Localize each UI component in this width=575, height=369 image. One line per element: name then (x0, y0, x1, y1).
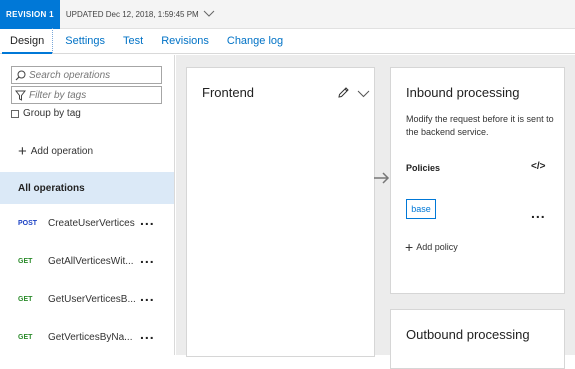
method-badge: GET (18, 295, 33, 303)
add-policy-label: Add policy (416, 242, 458, 252)
tab-change-log[interactable]: Change log (219, 28, 291, 53)
tab-revisions[interactable]: Revisions (153, 28, 217, 53)
search-input[interactable]: Search operations (11, 66, 162, 84)
tab-settings[interactable]: Settings (57, 28, 113, 53)
design-canvas: Frontend Inbound processing Modify the r… (176, 55, 575, 369)
revision-bar: REVISION 1 UPDATED Dec 12, 2018, 1:59:45… (0, 0, 575, 29)
search-placeholder: Search operations (29, 69, 111, 81)
tab-bar: Design Settings Test Revisions Change lo… (0, 28, 575, 54)
more-options-icon[interactable]: ... (140, 250, 155, 266)
chevron-down-icon[interactable] (357, 90, 370, 98)
filter-icon (15, 90, 26, 101)
tab-test[interactable]: Test (115, 28, 151, 53)
revision-badge[interactable]: REVISION 1 (0, 0, 60, 29)
frontend-card: Frontend (186, 67, 375, 357)
add-operation-label: Add operation (30, 146, 94, 157)
plus-icon: + (18, 143, 27, 160)
group-by-tag-checkbox[interactable] (11, 109, 19, 118)
search-icon (15, 70, 26, 80)
operation-row[interactable]: GET GetAllVerticesWit... ... (0, 246, 174, 276)
revision-updated: UPDATED Dec 12, 2018, 1:59:45 PM (65, 9, 199, 19)
more-options-icon[interactable]: ... (140, 326, 155, 342)
code-view-icon[interactable]: </> (531, 161, 545, 172)
outbound-title: Outbound processing (406, 327, 530, 342)
method-badge: GET (18, 333, 33, 341)
method-badge: GET (18, 257, 33, 265)
base-policy-button[interactable]: base (406, 199, 436, 219)
tab-divider (52, 28, 54, 53)
operation-name: CreateUserVertices (48, 217, 135, 229)
method-badge: POST (18, 219, 38, 227)
pencil-icon[interactable] (337, 86, 350, 99)
add-policy-button[interactable]: + Add policy (405, 240, 458, 254)
inbound-processing-card: Inbound processing Modify the request be… (390, 67, 565, 294)
operation-row[interactable]: POST CreateUserVertices ... (0, 208, 174, 238)
add-operation-button[interactable]: + Add operation (18, 144, 93, 159)
outbound-processing-card: Outbound processing (390, 309, 565, 369)
group-by-tag[interactable]: Group by tag (11, 108, 81, 119)
policies-label: Policies (406, 163, 441, 173)
filter-placeholder: Filter by tags (29, 89, 87, 101)
operation-row[interactable]: GET GetVerticesByNa... ... (0, 322, 174, 352)
tab-design[interactable]: Design (2, 28, 53, 54)
frontend-title: Frontend (202, 85, 255, 100)
arrow-right-icon (374, 172, 390, 184)
operation-name: GetUserVerticesB... (48, 293, 136, 305)
chevron-down-icon[interactable] (203, 10, 215, 18)
all-operations-item[interactable]: All operations (0, 172, 174, 204)
group-by-tag-label: Group by tag (23, 108, 81, 119)
plus-icon: + (405, 239, 414, 255)
more-options-icon[interactable]: ... (140, 212, 155, 228)
operation-row[interactable]: GET GetUserVerticesB... ... (0, 284, 174, 314)
filter-input[interactable]: Filter by tags (11, 86, 162, 104)
more-options-icon[interactable]: ... (531, 205, 546, 221)
operations-panel: Search operations Filter by tags Group b… (0, 55, 175, 355)
inbound-title: Inbound processing (406, 85, 520, 100)
more-options-icon[interactable]: ... (140, 288, 155, 304)
operation-name: GetVerticesByNa... (48, 331, 133, 343)
inbound-description: Modify the request before it is sent to … (406, 114, 554, 137)
operation-name: GetAllVerticesWit... (48, 255, 134, 267)
